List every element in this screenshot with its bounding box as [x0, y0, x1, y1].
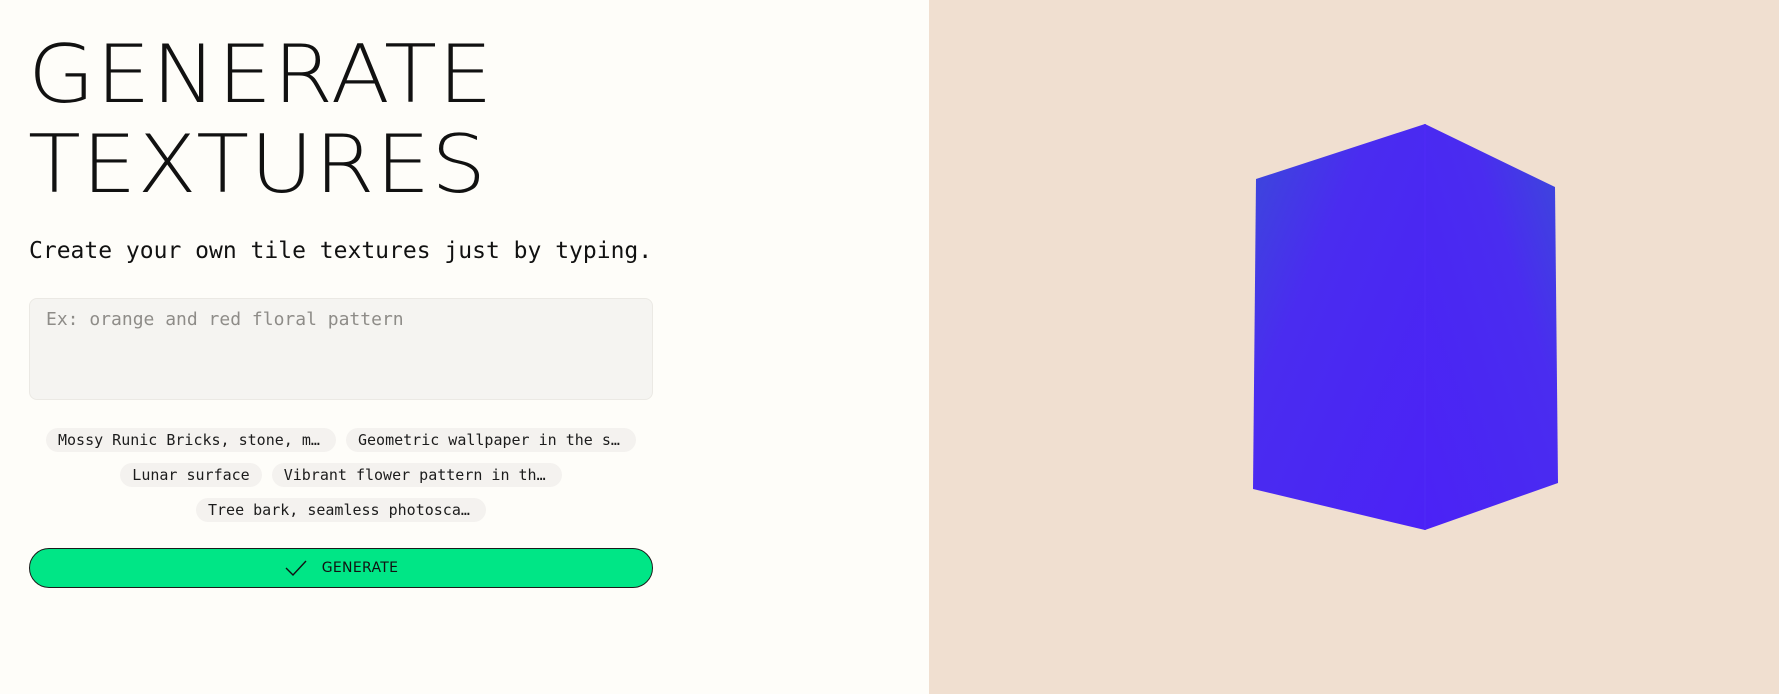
suggestion-chip[interactable]: Tree bark, seamless photoscan … — [196, 498, 486, 522]
cube-right-face — [1425, 124, 1558, 530]
suggestion-chip[interactable]: Lunar surface — [120, 463, 262, 487]
suggestion-chips: Mossy Runic Bricks, stone, moss Geometri… — [29, 428, 653, 522]
cube-preview-graphic — [1253, 124, 1558, 530]
cube-left-face — [1253, 124, 1425, 530]
generate-button-label: GENERATE — [321, 560, 399, 576]
check-icon — [285, 560, 307, 577]
suggestion-chip[interactable]: Mossy Runic Bricks, stone, moss — [46, 428, 336, 452]
cube-preview[interactable] — [1240, 110, 1570, 540]
title-line-2: TEXTURES — [28, 118, 488, 211]
prompt-input[interactable] — [29, 298, 653, 400]
left-panel: GENERATE TEXTURES Create your own tile t… — [0, 0, 929, 694]
page-title: GENERATE TEXTURES — [28, 30, 676, 210]
page-subtitle: Create your own tile textures just by ty… — [29, 238, 653, 264]
suggestion-chip[interactable]: Geometric wallpaper in the sty… — [346, 428, 636, 452]
generate-button[interactable]: GENERATE — [29, 548, 653, 588]
suggestion-chip[interactable]: Vibrant flower pattern in the … — [271, 463, 562, 487]
title-line-1: GENERATE — [28, 28, 494, 121]
